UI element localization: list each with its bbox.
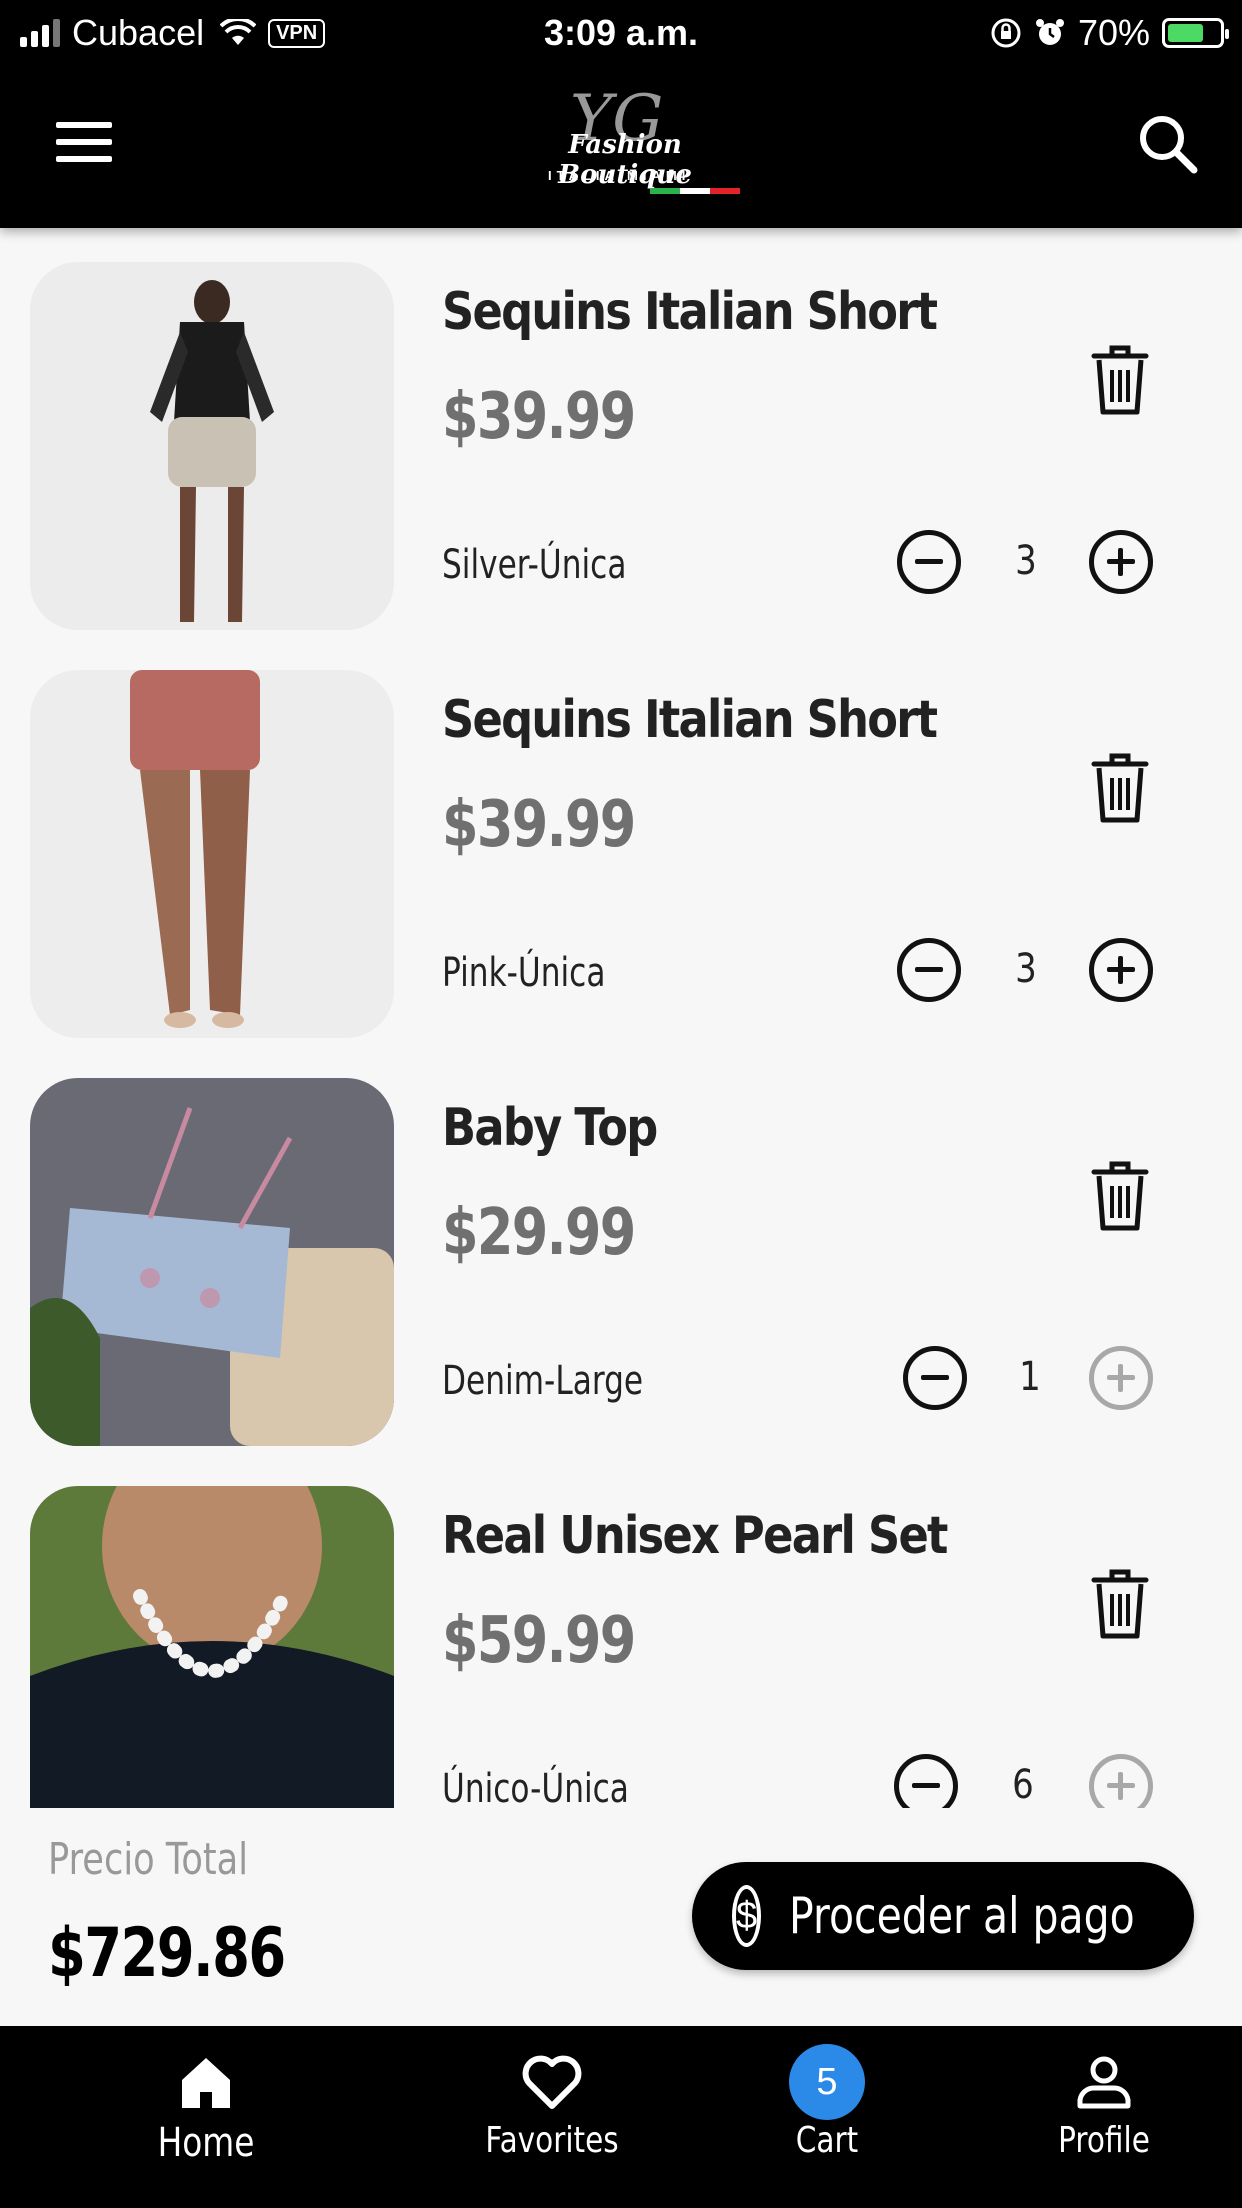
product-image[interactable] [30,670,394,1038]
cart-item: Baby Top $29.99 Denim-Large 1 [0,1078,1242,1446]
product-image[interactable] [30,1486,394,1810]
product-image[interactable] [30,262,394,630]
decrease-quantity-button[interactable] [897,530,961,594]
person-icon [1077,2056,1131,2109]
nav-home-label: Home [157,2120,255,2166]
checkout-bar: Precio Total $729.86 $ Proceder al pago [0,1808,1242,2026]
product-variant: Denim-Large [442,1358,644,1404]
cart-item: Real Unisex Pearl Set $59.99 Único-Única… [0,1486,1242,1810]
cart-count-badge: 5 [789,2044,865,2120]
nav-favorites-label: Favorites [485,2120,619,2161]
nav-profile[interactable]: Profile [1004,2044,1204,2161]
product-image[interactable] [30,1078,394,1446]
battery-percent: 70% [1077,12,1150,53]
heart-icon [522,2055,582,2109]
battery-fill [1168,24,1203,42]
cart-item: Sequins Italian Short $39.99 Silver-Únic… [0,262,1242,630]
cart-item: Sequins Italian Short $39.99 Pink-Única … [0,670,1242,1038]
total-value: $729.86 [48,1914,286,1993]
product-variant: Único-Única [442,1766,629,1810]
trash-icon[interactable] [1090,1566,1150,1640]
italy-flag-stripe [650,188,740,194]
decrease-quantity-button[interactable] [903,1346,967,1410]
trash-icon[interactable] [1090,342,1150,416]
product-price: $59.99 [442,1604,636,1678]
decrease-quantity-button[interactable] [894,1754,958,1810]
product-variant: Pink-Única [442,950,606,996]
total-label: Precio Total [48,1834,249,1885]
increase-quantity-button[interactable] [1089,938,1153,1002]
trash-icon[interactable] [1090,750,1150,824]
product-price: $29.99 [442,1196,636,1270]
logo-subtitle: ITALIA MIAMI [548,168,691,183]
nav-favorites[interactable]: Favorites [452,2044,652,2161]
dollar-icon: $ [732,1885,762,1947]
quantity-value: 3 [1015,538,1037,584]
quantity-value: 3 [1015,946,1037,992]
quantity-value: 1 [1019,1354,1041,1400]
product-name: Sequins Italian Short [442,690,938,750]
hamburger-menu-icon[interactable] [56,122,112,162]
product-name: Sequins Italian Short [442,282,938,342]
quantity-value: 6 [1012,1762,1034,1808]
product-price: $39.99 [442,788,636,862]
alarm-icon [1035,19,1064,45]
bottom-nav: Home Favorites 5 Cart Profile [0,2026,1242,2208]
trash-icon[interactable] [1090,1158,1150,1232]
app-header: YG Fashion Boutique ITALIA MIAMI [0,62,1242,228]
status-bar: Cubacel VPN 3:09 a.m. 70% [0,0,1242,62]
cart-list[interactable]: Sequins Italian Short $39.99 Silver-Únic… [0,230,1242,1810]
decrease-quantity-button[interactable] [897,938,961,1002]
product-name: Real Unisex Pearl Set [442,1506,948,1566]
increase-quantity-button[interactable] [1089,530,1153,594]
product-variant: Silver-Única [442,542,627,588]
battery-icon [1162,18,1229,48]
search-icon[interactable] [1136,112,1200,176]
nav-home[interactable]: Home [106,2044,306,2166]
product-name: Baby Top [442,1098,658,1158]
nav-profile-label: Profile [1058,2120,1150,2161]
checkout-label: Proceder al pago [789,1887,1135,1945]
home-icon [182,2058,230,2108]
rotation-lock-icon [991,18,1021,48]
increase-quantity-button[interactable] [1089,1754,1153,1810]
increase-quantity-button[interactable] [1089,1346,1153,1410]
nav-cart-label: Cart [795,2120,859,2161]
checkout-button[interactable]: $ Proceder al pago [692,1862,1194,1970]
brand-logo[interactable]: YG Fashion Boutique ITALIA MIAMI [490,82,750,202]
product-price: $39.99 [442,380,636,454]
nav-cart[interactable]: 5 Cart [727,2044,927,2161]
status-right: 70% [990,12,1229,54]
